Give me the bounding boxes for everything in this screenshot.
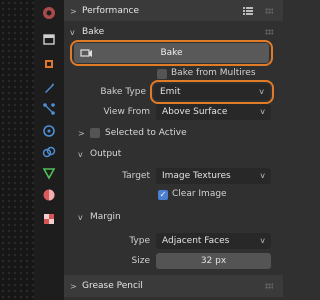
target-dropdown[interactable]: Image Textures v <box>156 168 271 184</box>
selected-to-active-checkbox[interactable] <box>90 128 100 138</box>
grease-pencil-panel-header[interactable]: > Grease Pencil <box>64 275 283 297</box>
view-from-label: View From <box>103 107 150 117</box>
margin-type-dropdown[interactable]: Adjacent Faces v <box>156 233 271 249</box>
scene-tab-icon[interactable] <box>40 4 58 22</box>
target-label: Target <box>122 171 150 181</box>
drag-handle-icon[interactable] <box>265 8 273 14</box>
chevron-down-icon: v <box>78 149 83 159</box>
performance-title: Performance <box>82 6 140 16</box>
clear-image-checkbox[interactable]: ✓ <box>158 190 168 200</box>
object-tab-icon[interactable] <box>40 55 58 73</box>
view-from-value: Above Surface <box>162 107 228 117</box>
constraints-tab-icon[interactable] <box>40 143 58 161</box>
output-title: Output <box>90 149 122 159</box>
output-subpanel-header[interactable]: v Output <box>78 145 121 163</box>
grease-pencil-title: Grease Pencil <box>82 281 143 291</box>
material-tab-icon[interactable] <box>40 186 58 204</box>
selected-to-active-label: Selected to Active <box>105 128 187 138</box>
bake-from-multires-label: Bake from Multires <box>171 68 256 78</box>
drag-handle-icon[interactable] <box>265 29 273 35</box>
highlight-bake-button <box>70 40 273 66</box>
bake-title: Bake <box>82 27 105 37</box>
properties-panel: > Performance v Bake Bake Bake from Mult… <box>64 0 283 300</box>
physics-tab-icon[interactable] <box>40 122 58 140</box>
texture-tab-icon[interactable] <box>40 210 58 228</box>
margin-size-label: Size <box>131 256 150 266</box>
render-tab-icon[interactable] <box>40 30 58 48</box>
margin-type-label: Type <box>129 236 150 246</box>
chevron-down-icon: v <box>260 107 265 116</box>
view-from-dropdown[interactable]: Above Surface v <box>156 104 271 120</box>
chevron-right-icon: > <box>70 281 77 291</box>
chevron-right-icon: > <box>70 6 77 16</box>
modifier-tab-icon[interactable] <box>40 78 58 96</box>
data-tab-icon[interactable] <box>40 164 58 182</box>
drag-handle-icon[interactable] <box>265 283 273 289</box>
bake-from-multires-checkbox[interactable] <box>157 69 167 79</box>
performance-panel-header[interactable]: > Performance <box>64 0 283 22</box>
margin-size-field[interactable]: 32 px <box>156 253 271 269</box>
viewport-edge <box>0 0 34 300</box>
selected-to-active-subpanel[interactable]: > Selected to Active <box>78 124 187 142</box>
chevron-down-icon: v <box>78 212 83 222</box>
particles-tab-icon[interactable] <box>40 100 58 118</box>
margin-type-value: Adjacent Faces <box>162 236 230 246</box>
properties-tab-bar <box>34 0 64 300</box>
clear-image-label: Clear Image <box>172 189 227 199</box>
list-icon[interactable] <box>243 6 253 19</box>
bake-type-label: Bake Type <box>100 87 146 97</box>
chevron-down-icon: v <box>260 171 265 180</box>
chevron-down-icon: v <box>260 236 265 245</box>
highlight-bake-type <box>150 80 274 104</box>
chevron-right-icon: > <box>78 128 85 138</box>
target-value: Image Textures <box>162 171 231 181</box>
chevron-down-icon: v <box>70 27 75 37</box>
margin-size-value: 32 px <box>200 256 227 266</box>
margin-title: Margin <box>90 212 121 222</box>
margin-subpanel-header[interactable]: v Margin <box>78 208 121 226</box>
